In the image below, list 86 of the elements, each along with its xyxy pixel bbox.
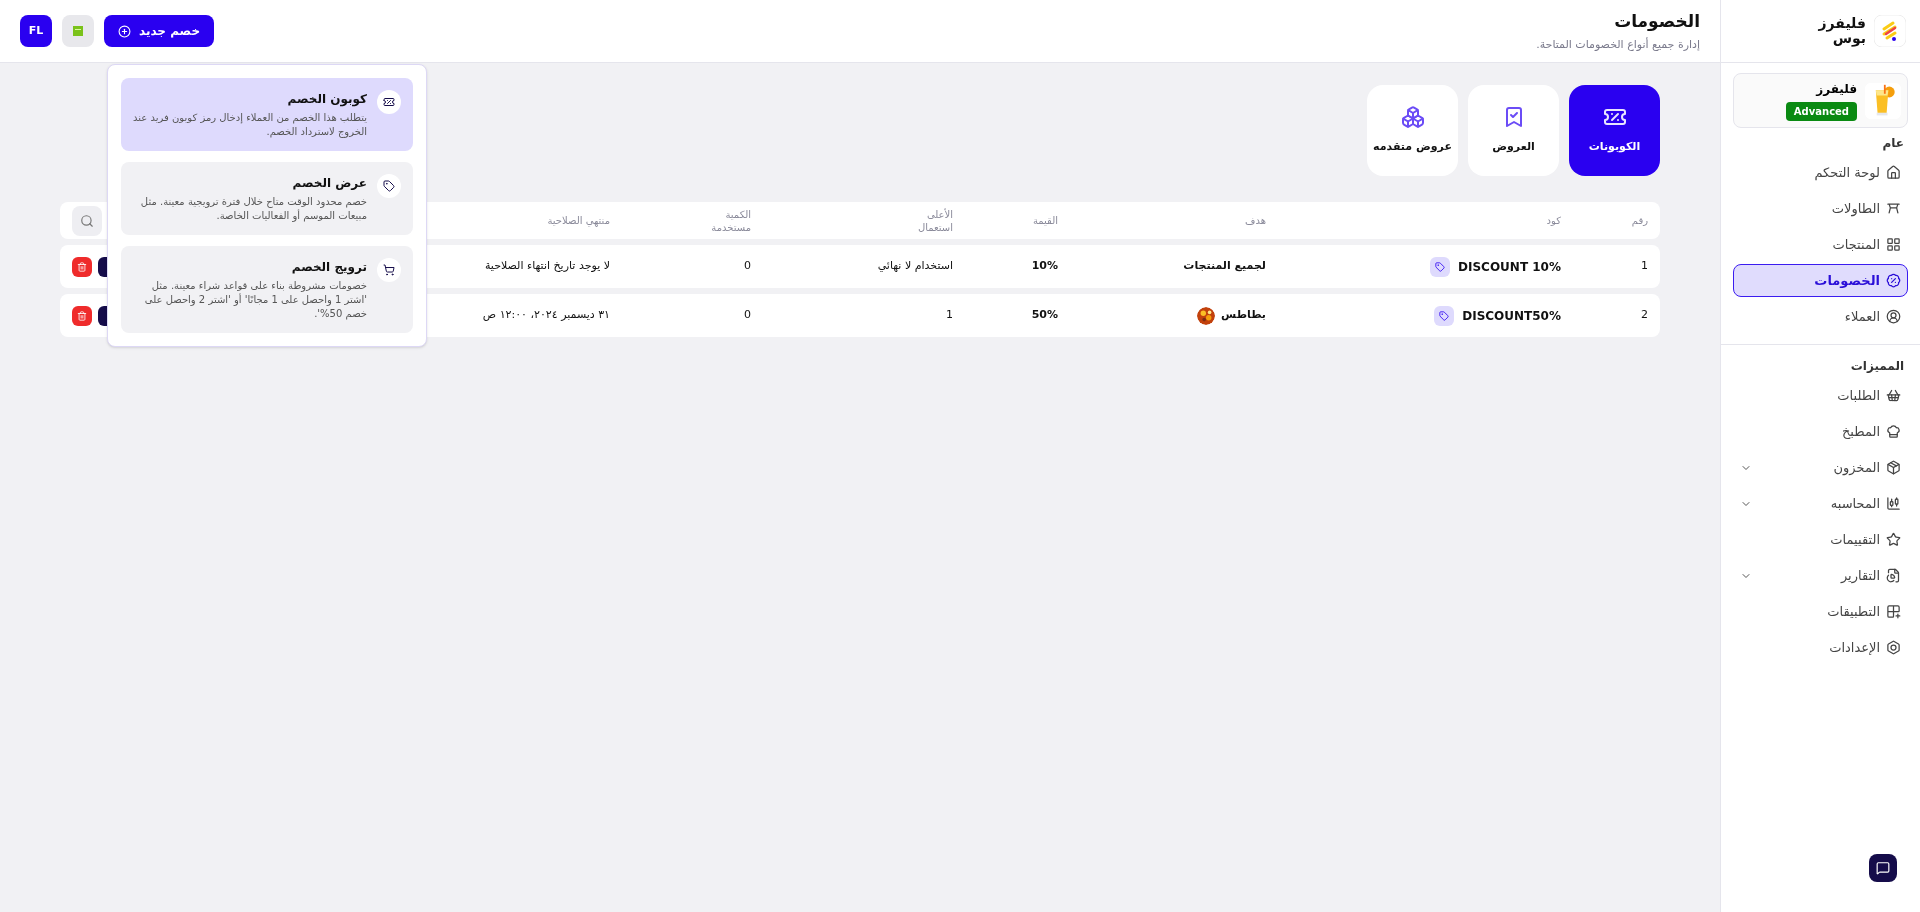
sidebar-item[interactable]: التقييمات <box>1733 523 1908 556</box>
tag-icon <box>1430 256 1451 277</box>
menu-item-title: ترويج الخصم <box>291 259 367 276</box>
sidebar-item[interactable]: العملاء <box>1733 300 1908 333</box>
sidebar-item[interactable]: التقارير <box>1733 559 1908 592</box>
home-icon <box>1886 165 1901 180</box>
user-avatar-button[interactable]: FL <box>20 15 52 47</box>
trash-icon <box>77 261 87 272</box>
table-cell: استخدام لا نهائي <box>877 259 953 273</box>
menu-item-title: كوبون الخصم <box>287 91 367 108</box>
column-header: الأعلى استعمال <box>916 207 953 234</box>
sidebar-item[interactable]: لوحة التحكم <box>1733 156 1908 189</box>
code-text: DISCOUNT50% <box>1462 307 1561 325</box>
sidebar-item[interactable]: الطلبات <box>1733 379 1908 412</box>
column-header: كود <box>1545 214 1561 227</box>
table-cell: 1 <box>1641 259 1648 273</box>
sidebar-item[interactable]: الخصومات <box>1733 264 1908 297</box>
tag-icon <box>1434 305 1455 326</box>
section-title: عام <box>1881 135 1905 152</box>
ticket-icon <box>377 90 401 114</box>
menu-item[interactable]: كوبون الخصم يتطلب هذا الخصم من العملاء إدخال رمز كوبون فريد عند الخروج لاسترداد الخصم. <box>121 78 413 151</box>
sidebar-item[interactable]: الإعدادات <box>1733 631 1908 664</box>
store-name: فليفرز <box>1816 81 1857 98</box>
new-discount-button[interactable]: خصم جديد <box>104 15 215 47</box>
target-text: بطاطس <box>1221 307 1266 324</box>
plus-circle-icon <box>118 24 131 38</box>
file-chart-icon <box>1886 568 1901 583</box>
settings-icon <box>1886 640 1901 655</box>
plan-badge: Advanced <box>1785 102 1857 121</box>
sidebar-item[interactable]: الطاولات <box>1733 192 1908 225</box>
column-header: منتهي الصلاحية <box>546 214 610 227</box>
sidebar-item[interactable]: التطبيقات <box>1733 595 1908 628</box>
table-cell: 1 <box>946 308 953 322</box>
store-logo-icon <box>73 26 83 36</box>
column-header: الكمية مستخدمة <box>710 207 751 234</box>
table-cell: 50% <box>1031 308 1058 322</box>
sidebar-item[interactable]: المنتجات <box>1733 228 1908 261</box>
column-header: القيمة <box>1031 214 1058 227</box>
menu-item-description: خصومات مشروطة بناء على قواعد شراء معينة. مثل 'اشتر 1 واحصل على 1 مجانًا' أو 'اشتر 2 واحصل على خصم 50%'. <box>143 279 367 321</box>
star-icon <box>1886 532 1901 547</box>
chat-button[interactable] <box>1869 854 1897 882</box>
user-icon <box>1886 309 1901 324</box>
menu-item-title: عرض الخصم <box>292 175 367 192</box>
table-cell: 2 <box>1641 308 1648 322</box>
delete-button[interactable] <box>72 256 92 277</box>
sidebar-item[interactable]: المطبخ <box>1733 415 1908 448</box>
menu-item[interactable]: ترويج الخصم خصومات مشروطة بناء على قواعد شراء معينة. مثل 'اشتر 1 واحصل على 1 مجانًا' أو 'اشتر 2 واحصل على خصم 50%'. <box>121 246 413 333</box>
table-cell: 10% <box>1031 259 1058 273</box>
table-cell: 0 <box>744 308 751 322</box>
discount-type-tab[interactable]: عروض متقدمه <box>1367 85 1458 176</box>
section-title: المميزات <box>1849 358 1905 375</box>
basket-icon <box>1886 388 1901 403</box>
menu-item[interactable]: عرض الخصم خصم محدود الوقت متاح خلال فترة ترويجية معينة. مثل مبيعات الموسم أو الفعاليات الخاصة. <box>121 162 413 235</box>
sidebar-item[interactable]: المخزون <box>1733 451 1908 484</box>
code-text: DISCOUNT 10% <box>1458 258 1561 276</box>
sidebar-item[interactable]: المحاسبه <box>1733 487 1908 520</box>
cart-icon <box>377 258 401 282</box>
table-cell: لا يوجد تاريخ انتهاء الصلاحية <box>484 259 610 273</box>
search-button[interactable] <box>72 205 102 236</box>
store-button[interactable] <box>62 15 94 47</box>
target-text: لجميع المنتجات <box>1183 258 1266 275</box>
search-icon <box>80 213 94 228</box>
grid-icon <box>1886 237 1901 252</box>
menu-item-description: يتطلب هذا الخصم من العملاء إدخال رمز كوبون فريد عند الخروج لاسترداد الخصم. <box>133 111 367 139</box>
menu-item-description: خصم محدود الوقت متاح خلال فترة ترويجية معينة. مثل مبيعات الموسم أو الفعاليات الخاصة. <box>139 195 367 223</box>
chef-hat-icon <box>1886 424 1901 439</box>
brand-name: فليفرز بوس <box>1817 16 1866 46</box>
trash-icon <box>77 310 87 321</box>
column-header: رقم <box>1630 214 1648 227</box>
discount-type-tab[interactable]: العروض <box>1468 85 1559 176</box>
column-header: هدف <box>1244 214 1266 227</box>
table-icon <box>1886 201 1901 216</box>
logo-icon <box>1874 15 1906 47</box>
table-cell: 0 <box>744 259 751 273</box>
delete-button[interactable] <box>72 305 92 326</box>
box-icon <box>1886 460 1901 475</box>
discount-type-tab[interactable]: الكوبونات <box>1569 85 1660 176</box>
grid-plus-icon <box>1886 604 1901 619</box>
candlestick-chart-icon <box>1886 496 1901 511</box>
tag-icon <box>377 174 401 198</box>
percent-badge-icon <box>1886 273 1901 288</box>
table-cell: ٣١ ديسمبر ٢٠٢٤، ١٢:٠٠ ص <box>482 308 610 322</box>
page-subtitle: إدارة جميع أنواع الخصومات المتاحة. <box>1536 36 1700 53</box>
chat-icon <box>1876 861 1890 875</box>
page-title: الخصومات <box>1614 10 1700 33</box>
boxes-icon <box>1400 105 1425 130</box>
